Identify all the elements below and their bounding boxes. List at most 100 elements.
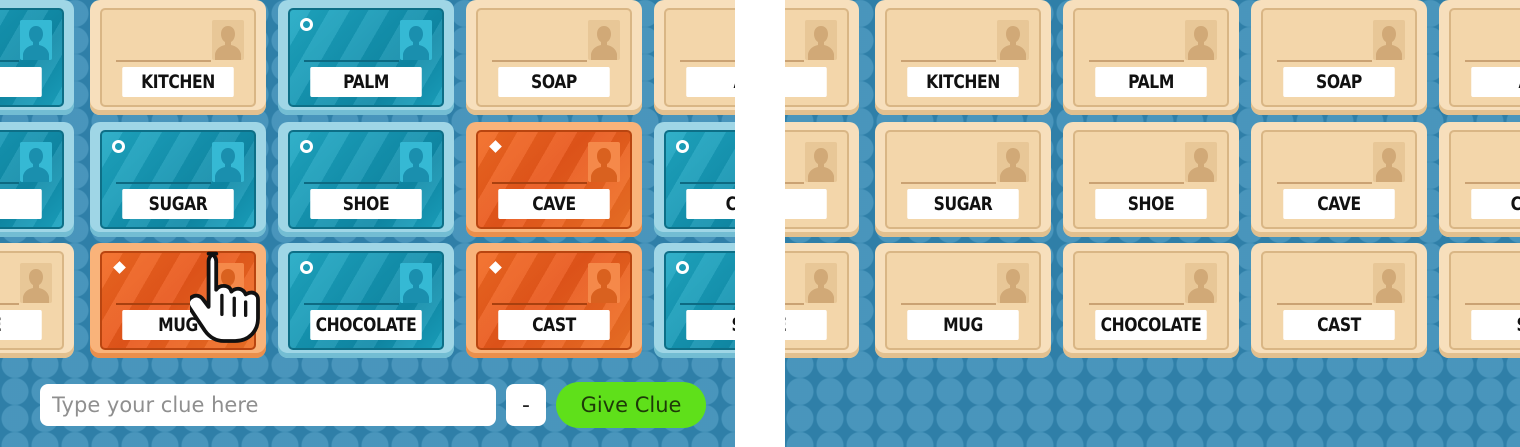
word-card[interactable]: CRY (1439, 122, 1520, 237)
word-card[interactable]: SUGAR (90, 122, 266, 237)
word-card[interactable]: CRY (654, 122, 735, 237)
card-face: MUG (885, 251, 1041, 350)
word-card[interactable]: SHOE (1063, 122, 1239, 237)
card-line (901, 303, 996, 305)
card-face: CHOCOLATE (1073, 251, 1229, 350)
agent-portrait-icon (588, 20, 620, 60)
word-card[interactable]: CHOCOLATE (278, 243, 454, 358)
word-card[interactable]: FEE (785, 243, 859, 358)
card-word: CAST (498, 310, 610, 340)
circle-team-icon (112, 140, 125, 153)
card-face: CRY (664, 130, 735, 229)
word-card[interactable]: AI (1439, 0, 1520, 115)
card-line (0, 182, 19, 184)
card-line (901, 182, 996, 184)
circle-team-icon (300, 140, 313, 153)
card-face: SUGAR (885, 130, 1041, 229)
card-face: PALM (1073, 8, 1229, 107)
word-card[interactable]: CAVE (466, 122, 642, 237)
agent-portrait-icon (212, 142, 244, 182)
card-word: ST (686, 310, 735, 340)
word-card[interactable]: AI (654, 0, 735, 115)
card-face: SUGAR (100, 130, 256, 229)
card-line (304, 60, 399, 62)
card-line (492, 182, 587, 184)
word-card[interactable]: ST (1439, 243, 1520, 358)
give-clue-button[interactable]: Give Clue (556, 382, 706, 428)
word-card[interactable]: MUG (875, 243, 1051, 358)
card-word: CAST (1283, 310, 1395, 340)
card-line (116, 182, 211, 184)
word-card[interactable]: SOAP (1251, 0, 1427, 115)
card-face: CAVE (476, 130, 632, 229)
card-face: ST (1449, 251, 1520, 350)
card-word: CRY (1471, 189, 1520, 219)
card-line (1277, 60, 1372, 62)
agent-portrait-icon (588, 142, 620, 182)
word-card[interactable]: DE (785, 0, 859, 115)
card-face: LO (785, 130, 849, 229)
word-card[interactable]: CHOCOLATE (1063, 243, 1239, 358)
word-card[interactable]: ST (654, 243, 735, 358)
card-line (785, 182, 804, 184)
word-card[interactable]: LO (785, 122, 859, 237)
word-card[interactable]: CAST (466, 243, 642, 358)
card-face: DE (785, 8, 849, 107)
card-line (680, 303, 735, 305)
card-word: SOAP (498, 67, 610, 97)
card-line (0, 303, 19, 305)
agent-portrait-icon (997, 142, 1029, 182)
card-face: KITCHEN (100, 8, 256, 107)
card-face: PALM (288, 8, 444, 107)
card-face: DE (0, 8, 64, 107)
word-card[interactable]: DE (0, 0, 74, 115)
card-face: CHOCOLATE (288, 251, 444, 350)
agent-portrait-icon (1373, 20, 1405, 60)
word-card[interactable]: SHOE (278, 122, 454, 237)
word-card[interactable]: KITCHEN (90, 0, 266, 115)
word-card[interactable]: SOAP (466, 0, 642, 115)
word-card[interactable]: CAVE (1251, 122, 1427, 237)
diamond-team-icon (489, 261, 502, 274)
clue-input[interactable] (40, 384, 496, 426)
card-line (1277, 182, 1372, 184)
panel-divider (735, 0, 785, 447)
card-word: SHOE (1095, 189, 1207, 219)
diamond-team-icon (113, 261, 126, 274)
card-word: LO (0, 189, 42, 219)
word-card[interactable]: KITCHEN (875, 0, 1051, 115)
word-card[interactable]: FEE (0, 243, 74, 358)
agent-portrait-icon (1185, 263, 1217, 303)
card-word: DE (785, 67, 827, 97)
card-line (1089, 182, 1184, 184)
card-word: AI (686, 67, 735, 97)
card-line (1277, 303, 1372, 305)
word-card[interactable]: CAST (1251, 243, 1427, 358)
word-card[interactable]: LO (0, 122, 74, 237)
card-word: DE (0, 67, 42, 97)
agent-portrait-icon (805, 263, 837, 303)
word-card[interactable]: PALM (278, 0, 454, 115)
agent-portrait-icon (805, 142, 837, 182)
card-line (901, 60, 996, 62)
card-word: SHOE (310, 189, 422, 219)
card-word: SUGAR (907, 189, 1019, 219)
clue-count-select[interactable]: - (506, 384, 546, 426)
diamond-team-icon (489, 140, 502, 153)
card-line (1089, 60, 1184, 62)
hand-pointer-icon (186, 250, 270, 350)
card-line (785, 60, 804, 62)
card-face: CAST (476, 251, 632, 350)
agent-portrait-icon (20, 142, 52, 182)
card-word: PALM (310, 67, 422, 97)
card-face: SHOE (288, 130, 444, 229)
agent-portrait-icon (400, 263, 432, 303)
word-card[interactable]: PALM (1063, 0, 1239, 115)
card-face: AI (1449, 8, 1520, 107)
card-word: CRY (686, 189, 735, 219)
word-card[interactable]: SUGAR (875, 122, 1051, 237)
card-line (1465, 182, 1520, 184)
card-word: PALM (1095, 67, 1207, 97)
agent-portrait-icon (20, 20, 52, 60)
card-face: AI (664, 8, 735, 107)
